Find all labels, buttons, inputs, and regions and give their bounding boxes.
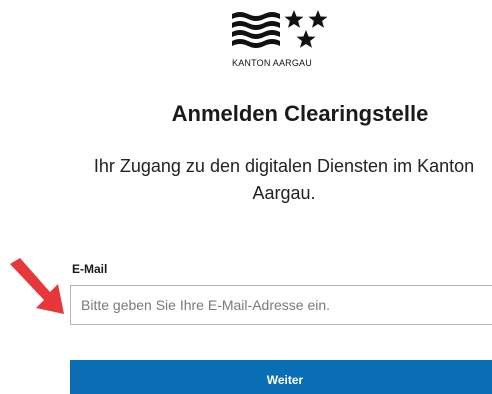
page-title: Anmelden Clearingstelle — [171, 101, 429, 126]
kanton-aargau-logo: KANTON AARGAU — [232, 8, 344, 68]
email-field[interactable] — [70, 285, 492, 325]
page-subtitle: Ihr Zugang zu den digitalen Diensten im … — [93, 156, 475, 203]
kanton-aargau-emblem-icon — [232, 10, 328, 48]
email-label: E-Mail — [72, 262, 108, 276]
login-page: KANTON AARGAU Anmelden Clearingstelle Ih… — [0, 0, 492, 394]
logo-text: KANTON AARGAU — [232, 58, 312, 68]
weiter-button[interactable]: Weiter — [70, 360, 492, 394]
red-arrow-icon — [10, 258, 64, 314]
